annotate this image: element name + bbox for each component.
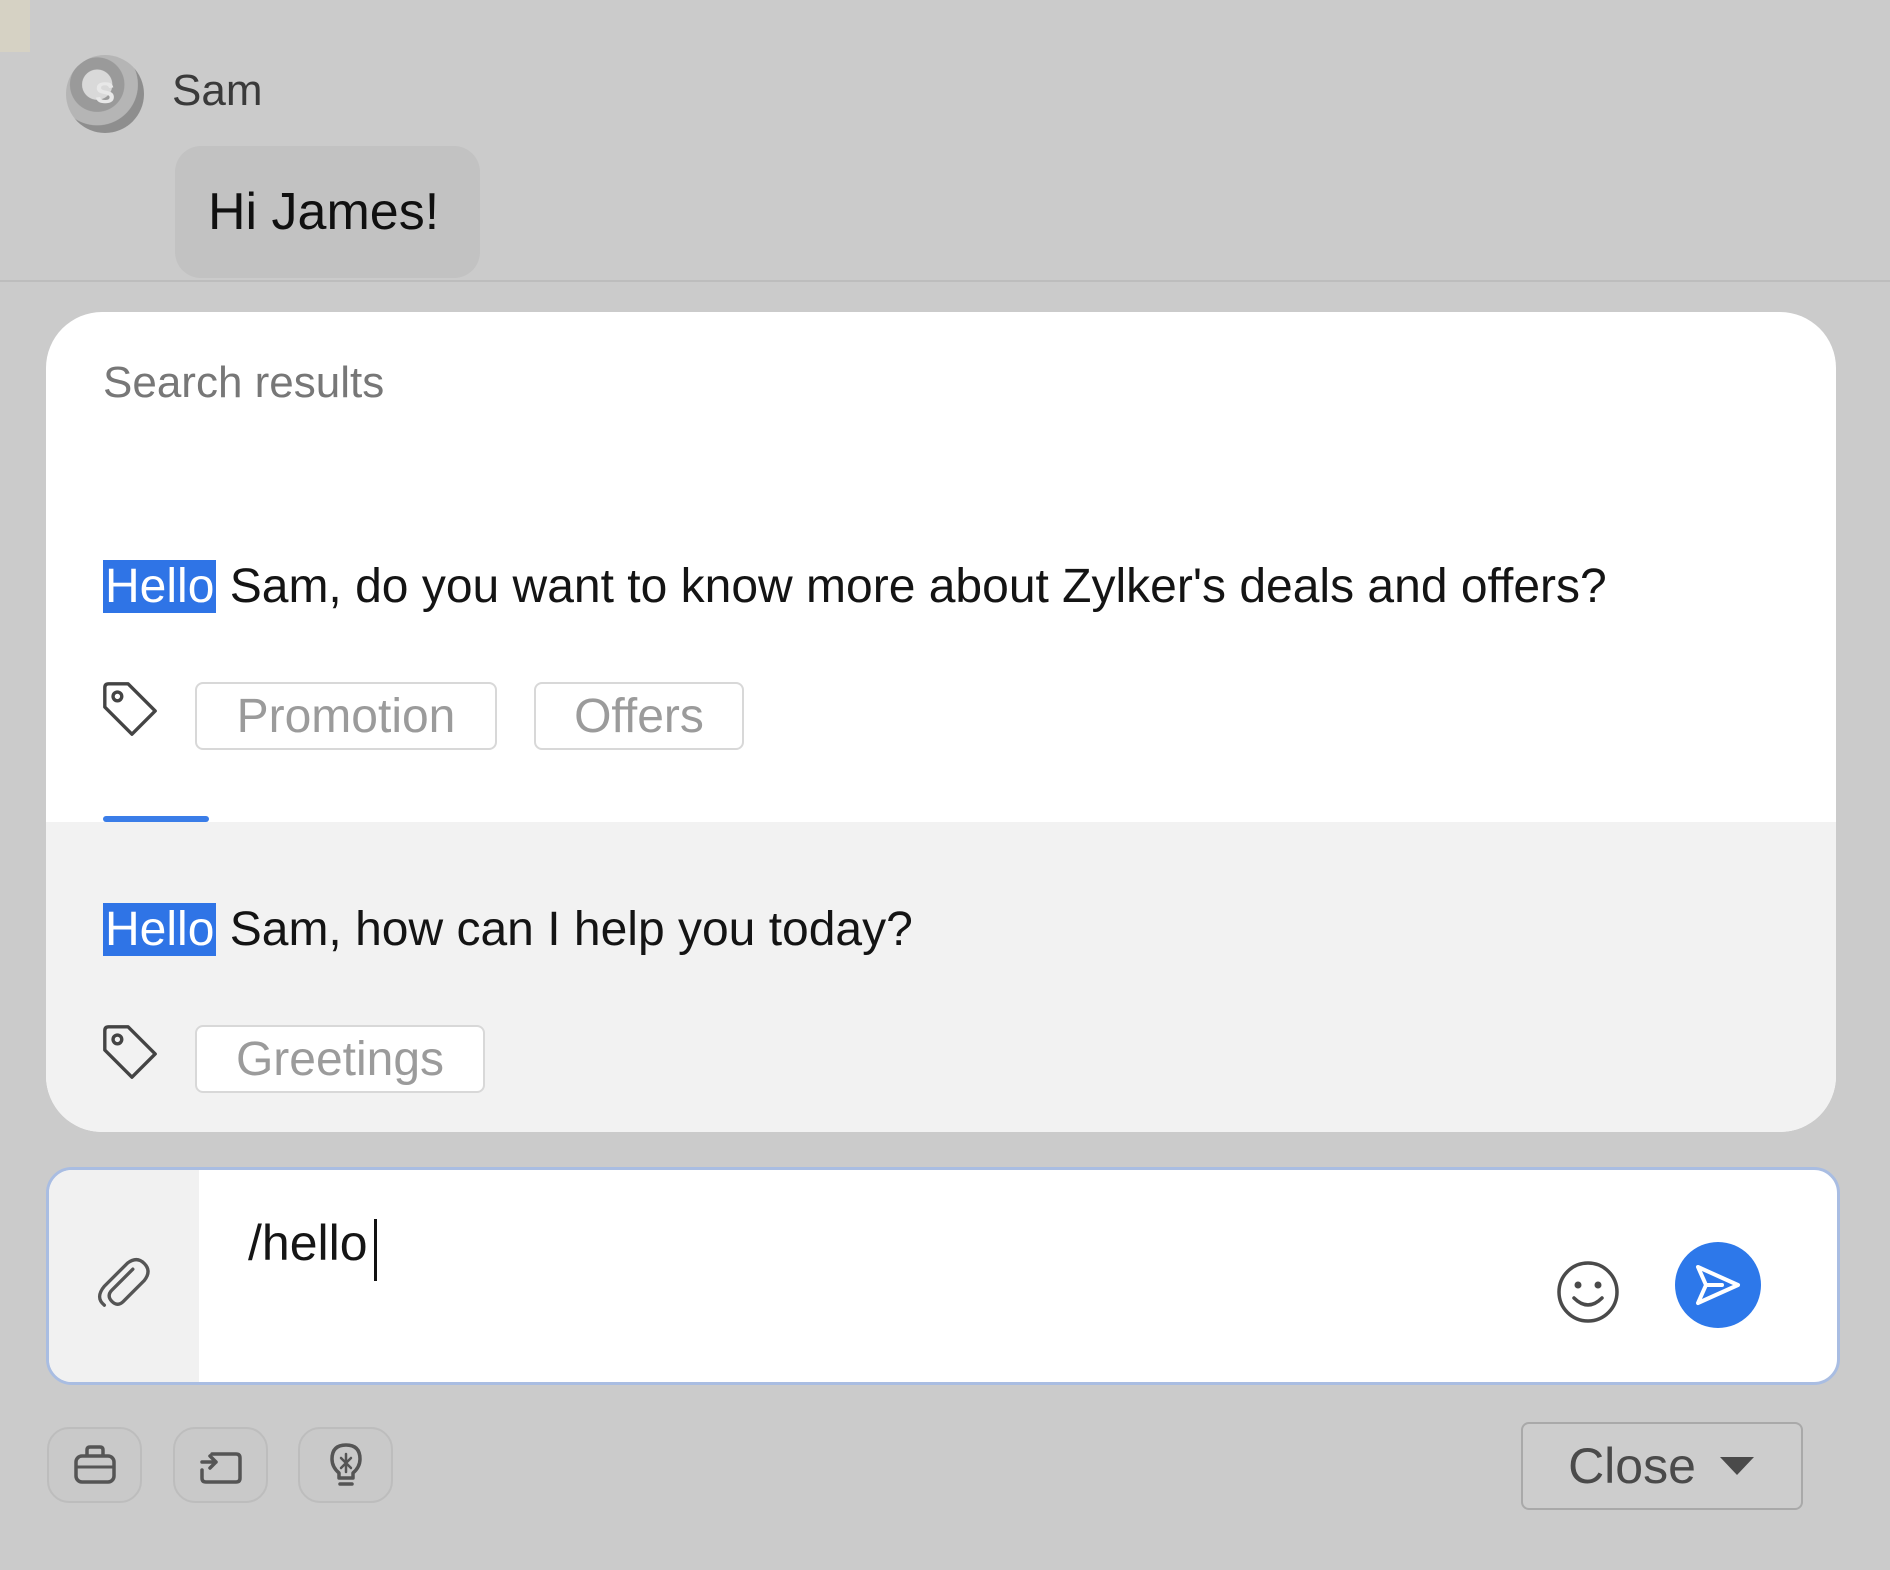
text-caret [374,1219,377,1281]
search-result-item[interactable]: Hello Sam, how can I help you today? Gre… [46,822,1836,1132]
message-input[interactable] [248,1214,1248,1272]
send-icon [1696,1265,1740,1305]
message-text: Hi James! [208,183,440,241]
result-highlight: Hello [103,560,217,613]
tag-chip: Promotion [195,682,497,750]
tag-icon [103,682,157,736]
result-highlight: Hello [103,903,217,956]
briefcase-button[interactable] [47,1427,142,1503]
result-body: Sam, how can I help you today? [216,903,913,956]
search-results-panel: Search results Hello Sam, do you want to… [46,312,1836,1132]
result-text: Hello Sam, how can I help you today? [103,902,913,957]
close-label: Close [1568,1438,1696,1494]
divider [0,280,1890,282]
sender-name: Sam [172,66,263,115]
smiley-icon[interactable] [1554,1258,1622,1326]
result-text: Hello Sam, do you want to know more abou… [103,559,1607,614]
avatar-initial: S [94,77,115,110]
briefcase-icon [73,1445,116,1484]
search-result-item[interactable]: Hello Sam, do you want to know more abou… [46,312,1836,822]
suggestions-button[interactable] [298,1427,393,1503]
close-button[interactable]: Close [1521,1422,1803,1510]
tag-chip: Offers [534,682,744,750]
message-bubble: Hi James! [175,146,480,278]
transfer-icon [199,1452,242,1484]
transfer-button[interactable] [173,1427,268,1503]
corner-mark [0,0,30,52]
message-composer [46,1167,1840,1385]
paperclip-icon[interactable] [93,1254,155,1316]
lightbulb-icon [329,1443,362,1486]
send-button[interactable] [1675,1242,1761,1328]
tag-icon [103,1025,157,1079]
tag-chip: Greetings [195,1025,485,1093]
caret-down-icon [1719,1457,1754,1475]
result-body: Sam, do you want to know more about Zylk… [216,560,1607,613]
avatar: S [66,55,144,133]
